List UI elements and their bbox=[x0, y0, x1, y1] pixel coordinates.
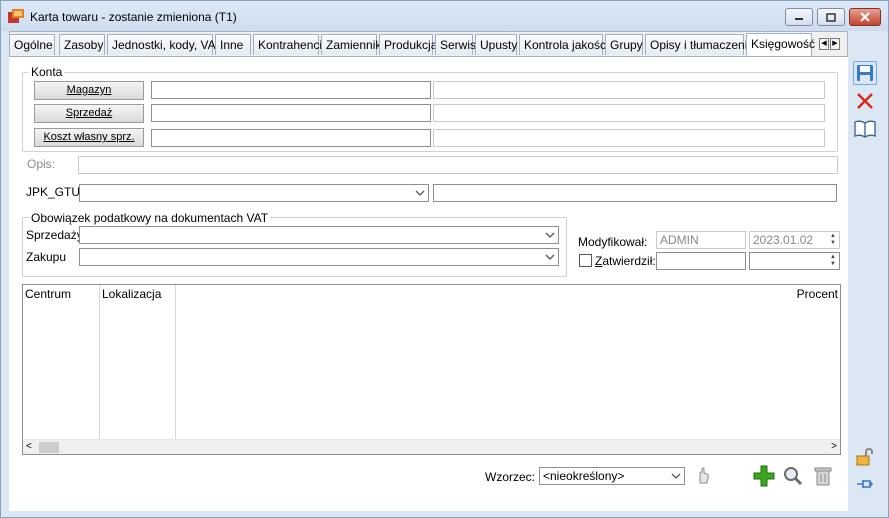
scroll-right-icon[interactable]: > bbox=[831, 441, 837, 452]
padlock-open-icon bbox=[856, 447, 873, 466]
book-icon bbox=[854, 120, 876, 138]
opis-input bbox=[78, 156, 838, 174]
vat-sprzedazy-select[interactable] bbox=[79, 226, 559, 244]
grid-column-centrum[interactable]: Centrum bbox=[23, 285, 100, 439]
opis-label: Opis: bbox=[27, 157, 56, 171]
title-bar: Karta towaru - zostanie zmieniona (T1) bbox=[1, 1, 888, 31]
koszt-button-label: Koszt własny sprz. bbox=[43, 131, 135, 143]
zatwierdzil-user bbox=[656, 252, 746, 270]
tab-scroll-left[interactable]: ◀ bbox=[819, 38, 829, 50]
chevron-down-icon bbox=[542, 249, 558, 265]
magazyn-button[interactable]: Magazyn bbox=[34, 81, 144, 100]
tab-kontrola-jakosci[interactable]: Kontrola jakości bbox=[519, 34, 609, 55]
zatwierdzil-date[interactable]: ▲ ▼ bbox=[749, 252, 840, 270]
close-icon bbox=[860, 12, 870, 22]
close-window-button[interactable] bbox=[849, 8, 881, 26]
tab-opisy[interactable]: Opisy i tłumaczenia bbox=[645, 34, 754, 55]
vat-group-label: Obowiązek podatkowy na dokumentach VAT bbox=[29, 211, 271, 225]
grid-column-procent[interactable]: Procent bbox=[176, 285, 840, 439]
sprzedaz-account-desc bbox=[433, 104, 825, 122]
tab-ogolne[interactable]: Ogólne bbox=[9, 34, 55, 55]
konta-group-label: Konta bbox=[29, 65, 65, 79]
tab-grupy[interactable]: Grupy bbox=[605, 34, 643, 55]
allocation-grid[interactable]: Centrum Lokalizacja Procent < > bbox=[22, 284, 841, 455]
spin-icon: ▲ ▼ bbox=[830, 254, 836, 267]
wzorzec-select[interactable]: <nieokreślony> bbox=[539, 467, 685, 485]
save-button[interactable] bbox=[853, 61, 877, 85]
magnifier-icon bbox=[784, 467, 803, 486]
tab-ksiegowosc[interactable]: Księgowość bbox=[746, 33, 815, 57]
horizontal-scrollbar[interactable]: < > bbox=[23, 439, 840, 454]
modyfikowal-user: ADMIN bbox=[656, 231, 746, 249]
jpk-gtu-select[interactable] bbox=[79, 184, 429, 202]
trash-icon bbox=[814, 467, 832, 486]
jpk-gtu-desc bbox=[433, 184, 837, 202]
koszt-account-input[interactable] bbox=[151, 129, 431, 147]
jpk-gtu-label: JPK_GTU: bbox=[26, 185, 84, 199]
chevron-down-icon bbox=[412, 185, 428, 201]
magazyn-account-input[interactable] bbox=[151, 81, 431, 99]
tab-upusty[interactable]: Upusty bbox=[475, 34, 517, 55]
plus-icon bbox=[753, 465, 775, 487]
window: Karta towaru - zostanie zmieniona (T1) O… bbox=[0, 0, 889, 518]
tab-scroll-right[interactable]: ▶ bbox=[830, 38, 840, 50]
koszt-button[interactable]: Koszt własny sprz. bbox=[34, 128, 144, 147]
close-icon bbox=[857, 93, 873, 109]
minimize-button[interactable] bbox=[785, 8, 813, 26]
tab-jednostki[interactable]: Jednostki, kody, VAT bbox=[107, 34, 222, 55]
sprzedaz-button[interactable]: Sprzedaż bbox=[34, 104, 144, 123]
zatwierdzil-checkbox[interactable] bbox=[579, 254, 592, 267]
hand-pointer-icon bbox=[699, 467, 709, 484]
app-icon bbox=[8, 9, 24, 23]
apply-template-button[interactable] bbox=[691, 465, 715, 487]
pin-button[interactable] bbox=[853, 472, 877, 496]
modyfikowal-date: 2023.01.02 ▲ ▼ bbox=[749, 231, 840, 249]
sprzedaz-button-label: Sprzedaż bbox=[65, 107, 113, 119]
spin-icon: ▲ ▼ bbox=[830, 233, 836, 246]
pin-icon bbox=[857, 480, 874, 488]
chevron-down-icon bbox=[668, 468, 684, 484]
tab-serwis[interactable]: Serwis bbox=[435, 34, 476, 55]
grid-column-lokalizacja[interactable]: Lokalizacja bbox=[100, 285, 176, 439]
maximize-icon bbox=[826, 12, 836, 22]
chevron-down-icon bbox=[542, 227, 558, 243]
vat-zakupu-select[interactable] bbox=[79, 248, 559, 266]
minimize-icon bbox=[795, 18, 803, 20]
sprzedaz-account-input[interactable] bbox=[151, 104, 431, 122]
wzorzec-value: <nieokreślony> bbox=[543, 469, 625, 483]
tab-zasoby[interactable]: Zasoby bbox=[59, 34, 105, 55]
wzorzec-label: Wzorzec: bbox=[485, 470, 536, 484]
scroll-left-icon[interactable]: < bbox=[26, 441, 32, 452]
unlock-button[interactable] bbox=[853, 445, 877, 469]
add-button[interactable] bbox=[752, 465, 776, 487]
cancel-button[interactable] bbox=[853, 89, 877, 113]
maximize-button[interactable] bbox=[817, 8, 845, 26]
help-button[interactable] bbox=[853, 117, 877, 141]
delete-row-button[interactable] bbox=[811, 465, 835, 487]
magazyn-account-desc bbox=[433, 81, 825, 99]
view-button[interactable] bbox=[781, 465, 805, 487]
tab-kontrahenci[interactable]: Kontrahenci bbox=[253, 34, 322, 55]
modyfikowal-date-value: 2023.01.02 bbox=[753, 233, 814, 247]
zatwierdzil-label: Zatwierdził: bbox=[595, 254, 656, 268]
window-title: Karta towaru - zostanie zmieniona (T1) bbox=[30, 10, 237, 24]
vat-sprzedazy-label: Sprzedaży bbox=[26, 228, 83, 242]
magazyn-button-label: Magazyn bbox=[66, 84, 112, 96]
tab-zamienniki[interactable]: Zamienniki bbox=[321, 34, 384, 55]
tab-inne[interactable]: Inne bbox=[215, 34, 251, 55]
scroll-thumb[interactable] bbox=[39, 442, 59, 453]
koszt-account-desc bbox=[433, 129, 825, 147]
vat-zakupu-label: Zakupu bbox=[26, 250, 67, 264]
floppy-disk-icon bbox=[857, 65, 873, 81]
modyfikowal-label: Modyfikował: bbox=[578, 235, 648, 249]
tab-produkcja[interactable]: Produkcja bbox=[379, 34, 437, 55]
